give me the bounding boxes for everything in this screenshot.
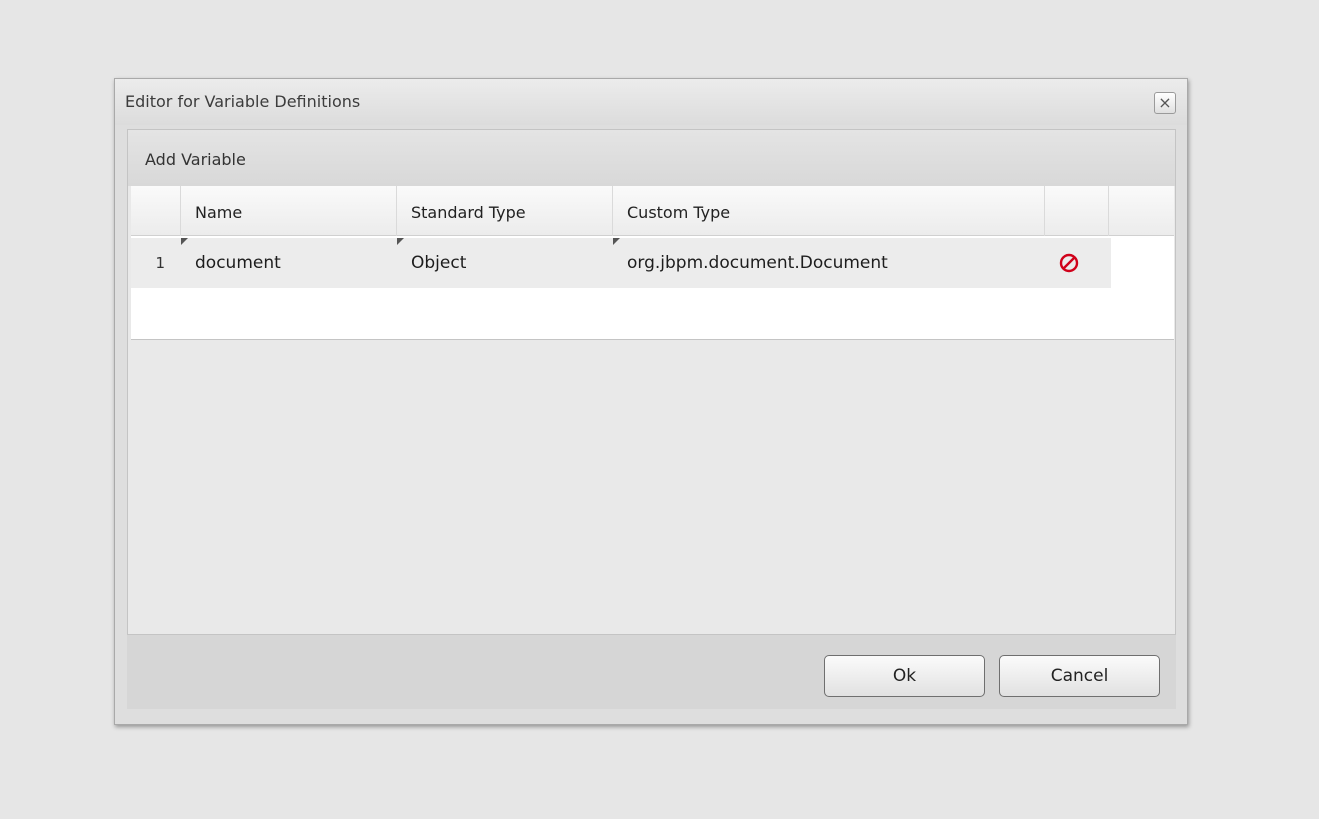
close-button[interactable]: × (1154, 92, 1176, 114)
dirty-marker-icon (397, 238, 404, 245)
name-value: document (195, 253, 281, 273)
header-action-cell (1045, 186, 1109, 236)
header-name[interactable]: Name (181, 186, 397, 236)
variables-grid: Name Standard Type Custom Type 1 documen… (131, 186, 1174, 340)
header-custom-type[interactable]: Custom Type (613, 186, 1045, 236)
dialog-body: Add Variable Name Standard Type Custom T… (127, 129, 1176, 635)
dialog-titlebar: Editor for Variable Definitions × (115, 79, 1187, 125)
dirty-marker-icon (613, 238, 620, 245)
dialog-footer: Ok Cancel (127, 635, 1176, 709)
dialog-title: Editor for Variable Definitions (125, 92, 361, 111)
close-icon: × (1158, 93, 1172, 112)
delete-icon[interactable] (1059, 253, 1079, 273)
custom-type-value: org.jbpm.document.Document (627, 253, 888, 273)
cancel-button[interactable]: Cancel (999, 655, 1160, 697)
standard-type-cell[interactable]: Object (397, 238, 613, 288)
table-row[interactable]: 1 document Object org.jbpm.document.Docu… (131, 238, 1111, 288)
header-filler-cell (1109, 186, 1174, 236)
header-rownum-cell (131, 186, 181, 236)
dirty-marker-icon (181, 238, 188, 245)
grid-toolbar: Add Variable (128, 130, 1175, 186)
grid-header: Name Standard Type Custom Type (131, 186, 1174, 236)
ok-button[interactable]: Ok (824, 655, 985, 697)
add-variable-button[interactable]: Add Variable (145, 150, 246, 169)
row-number: 1 (155, 254, 165, 272)
name-cell[interactable]: document (181, 238, 397, 288)
variable-definitions-dialog: Editor for Variable Definitions × Add Va… (114, 78, 1188, 725)
custom-type-cell[interactable]: org.jbpm.document.Document (613, 238, 1045, 288)
header-standard-type[interactable]: Standard Type (397, 186, 613, 236)
standard-type-value: Object (411, 253, 467, 273)
